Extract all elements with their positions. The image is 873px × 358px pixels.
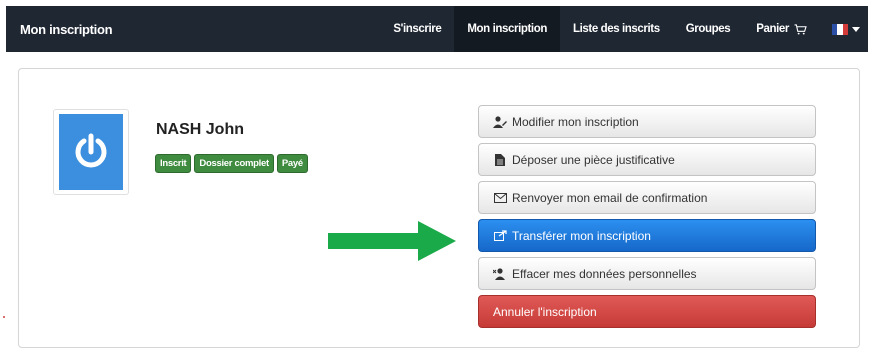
user-remove-icon (493, 267, 507, 280)
power-icon (75, 133, 107, 168)
document-icon (493, 153, 507, 166)
language-selector[interactable] (820, 6, 868, 52)
avatar-image (59, 114, 123, 190)
nav-link-label: Mon inscription (467, 23, 547, 35)
nav-link-groupes[interactable]: Groupes (673, 6, 744, 52)
nav-link-sinscrire[interactable]: S'inscrire (380, 6, 454, 52)
status-badge: Dossier complet (194, 154, 274, 173)
button-label: Annuler l'inscription (493, 304, 597, 319)
french-flag-icon (832, 23, 848, 35)
nav-link-label: S'inscrire (393, 23, 442, 35)
button-label: Modifier mon inscription (512, 114, 639, 129)
status-badge: Payé (276, 154, 308, 173)
nav-link-panier[interactable]: Panier (743, 6, 820, 52)
decorative-dot (3, 316, 5, 318)
action-buttons: Modifier mon inscription Déposer une piè… (478, 105, 816, 328)
user-name: NASH John (156, 121, 244, 138)
erase-personal-data-button[interactable]: Effacer mes données personnelles (478, 257, 816, 290)
button-label: Effacer mes données personnelles (512, 266, 697, 281)
cart-icon (794, 23, 807, 35)
registration-panel: NASH John Inscrit Dossier complet Payé M… (18, 68, 860, 348)
nav-link-mon-inscription[interactable]: Mon inscription (454, 6, 560, 52)
status-badges: Inscrit Dossier complet Payé (155, 154, 308, 173)
caret-down-icon (852, 26, 860, 32)
navbar-brand[interactable]: Mon inscription (6, 22, 113, 37)
nav-link-label: Panier (756, 23, 789, 35)
button-label: Déposer une pièce justificative (512, 152, 675, 167)
button-label: Renvoyer mon email de confirmation (512, 190, 708, 205)
share-icon (493, 230, 507, 242)
cancel-registration-button[interactable]: Annuler l'inscription (478, 295, 816, 328)
button-label: Transférer mon inscription (512, 228, 651, 243)
upload-document-button[interactable]: Déposer une pièce justificative (478, 143, 816, 176)
nav-link-label: Liste des inscrits (572, 23, 660, 35)
green-arrow-icon (328, 221, 456, 261)
resend-confirmation-email-button[interactable]: Renvoyer mon email de confirmation (478, 181, 816, 214)
nav-links: S'inscrire Mon inscription Liste des ins… (380, 6, 868, 52)
nav-link-label: Groupes (685, 23, 731, 35)
edit-registration-button[interactable]: Modifier mon inscription (478, 105, 816, 138)
envelope-icon (493, 192, 507, 204)
top-navbar: Mon inscription S'inscrire Mon inscripti… (6, 6, 868, 52)
avatar (53, 109, 129, 195)
status-badge: Inscrit (155, 154, 192, 173)
nav-link-liste-inscrits[interactable]: Liste des inscrits (560, 6, 673, 52)
transfer-registration-button[interactable]: Transférer mon inscription (478, 219, 816, 252)
user-edit-icon (493, 115, 507, 128)
